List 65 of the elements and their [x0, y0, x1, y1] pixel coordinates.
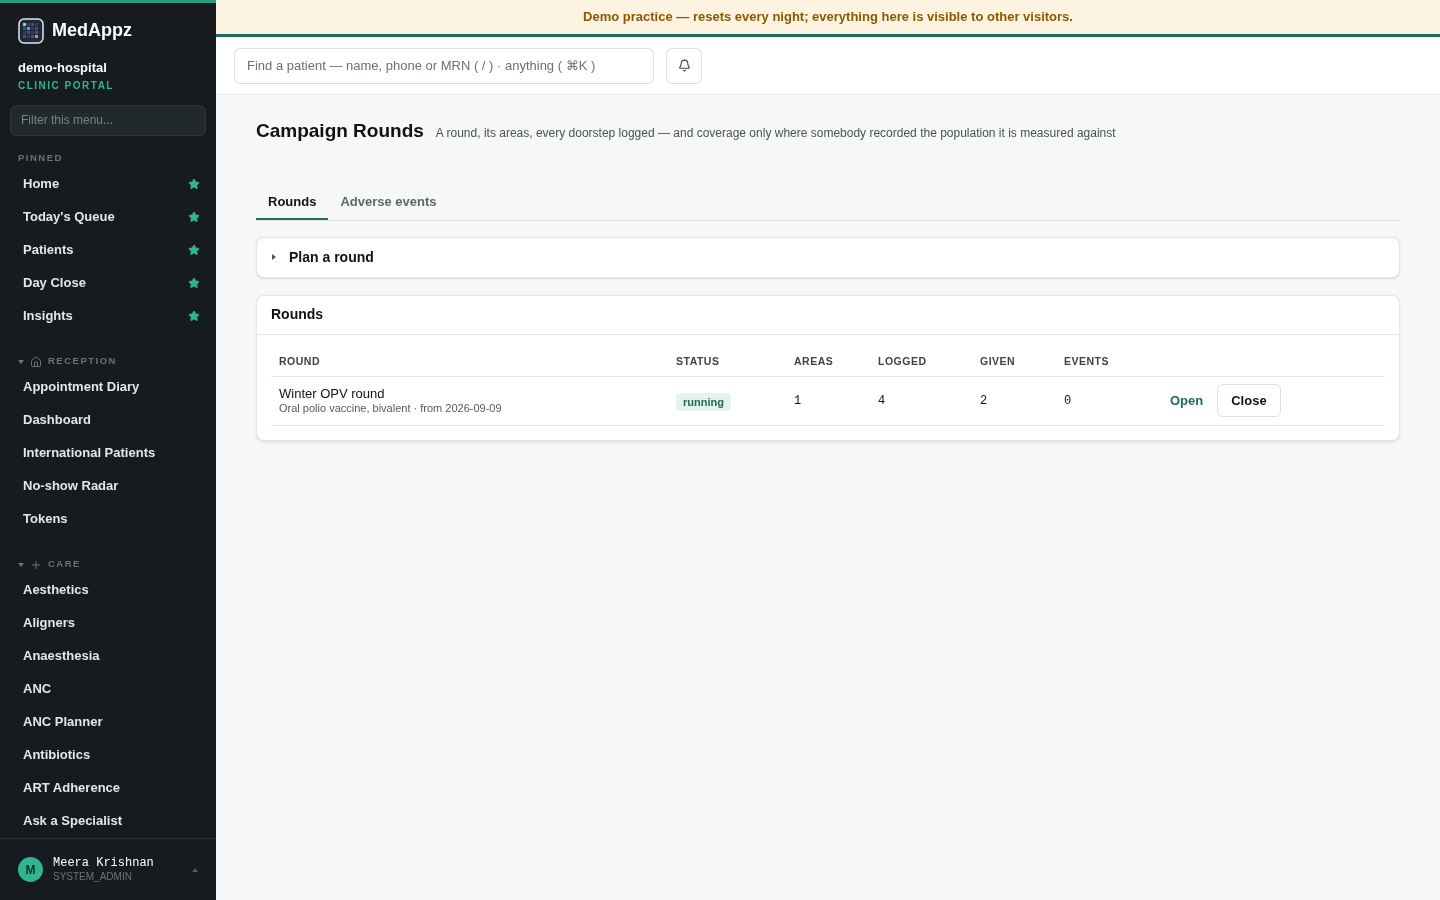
section-heading: CARE: [48, 557, 81, 572]
page-subtitle: A round, its areas, every doorstep logged — and coverage only where somebody recorded the population it is measured against: [435, 125, 1116, 142]
open-link[interactable]: Open: [1164, 390, 1210, 411]
search-field[interactable]: Find a patient — name, phone or MRN ( / ) · anything ( ⌘K ): [234, 47, 654, 84]
bell-icon: [677, 59, 691, 72]
house-icon: [30, 355, 42, 368]
close-button[interactable]: Close: [1217, 384, 1281, 417]
sidebar-item[interactable]: No-show Radar: [0, 469, 216, 503]
sidebar-item[interactable]: Home: [0, 167, 216, 201]
status-tag: running: [676, 392, 731, 411]
round-name: Winter OPV round: [279, 385, 386, 402]
sidebar-item[interactable]: Today's Queue: [0, 200, 216, 234]
filter-field[interactable]: Filter this menu...: [10, 104, 206, 136]
sidebar-item[interactable]: Aligners: [0, 606, 216, 640]
sidebar-item[interactable]: Dashboard: [0, 403, 216, 437]
table-cell-text: 0: [1064, 392, 1073, 410]
column-header: STATUS: [676, 354, 721, 370]
star-icon[interactable]: [188, 310, 200, 322]
notifications-button[interactable]: [666, 47, 702, 84]
sidebar-item[interactable]: ANC: [0, 672, 216, 706]
column-header: LOGGED: [878, 354, 928, 370]
sidebar-item[interactable]: ANC Planner: [0, 705, 216, 739]
sidebar-item[interactable]: Tokens: [0, 502, 216, 536]
sidebar-item[interactable]: ART Adherence: [0, 771, 216, 805]
star-icon[interactable]: [188, 244, 200, 256]
table-cell-text: 1: [794, 392, 803, 410]
sidebar-item[interactable]: Day Close: [0, 266, 216, 300]
user-avatar[interactable]: M: [18, 857, 43, 882]
portal-label: CLINIC PORTAL: [18, 78, 115, 93]
card-title: Rounds: [271, 305, 324, 324]
sidebar-item[interactable]: Antibiotics: [0, 738, 216, 772]
demo-banner: Demo practice — resets every night; everything here is visible to other visitors.: [216, 0, 1440, 37]
star-icon[interactable]: [188, 277, 200, 289]
plan-panel[interactable]: Plan a round: [256, 236, 1400, 278]
user-name: Meera Krishnan: [53, 855, 155, 871]
sidebar-item[interactable]: Patients: [0, 233, 216, 267]
sidebar-item[interactable]: Appointment Diary: [0, 370, 216, 404]
brand-name: MedAppz: [52, 19, 132, 42]
star-icon[interactable]: [188, 178, 200, 190]
tab[interactable]: Adverse events: [328, 185, 449, 220]
section-heading: RECEPTION: [48, 354, 117, 369]
caret-icon[interactable]: [18, 561, 24, 568]
plus-icon: [30, 558, 42, 571]
section-heading: PINNED: [18, 151, 63, 166]
panel-title: Plan a round: [289, 247, 374, 267]
sidebar-item[interactable]: International Patients: [0, 436, 216, 470]
caret-icon[interactable]: [271, 254, 277, 260]
column-header: ROUND: [279, 354, 321, 370]
column-header: EVENTS: [1064, 354, 1110, 370]
org-name: demo-hospital: [18, 59, 108, 77]
sidebar-item[interactable]: Insights: [0, 299, 216, 333]
column-header: GIVEN: [980, 354, 1017, 370]
table-cell-text: 2: [980, 392, 989, 410]
user-role: SYSTEM_ADMIN: [53, 870, 133, 884]
sidebar-item[interactable]: Aesthetics: [0, 573, 216, 607]
round-detail: Oral polio vaccine, bivalent · from 2026-09-09: [279, 401, 503, 416]
table-cell-text: 4: [878, 392, 887, 410]
sidebar-item[interactable]: Anaesthesia: [0, 639, 216, 673]
tab[interactable]: Rounds: [256, 185, 329, 220]
page-title: Campaign Rounds: [256, 119, 424, 143]
column-header: AREAS: [794, 354, 835, 370]
caret-icon[interactable]: [18, 358, 24, 365]
star-icon[interactable]: [188, 211, 200, 223]
logo-icon: [18, 17, 44, 44]
sidebar-item[interactable]: Ask a Specialist: [0, 804, 216, 838]
